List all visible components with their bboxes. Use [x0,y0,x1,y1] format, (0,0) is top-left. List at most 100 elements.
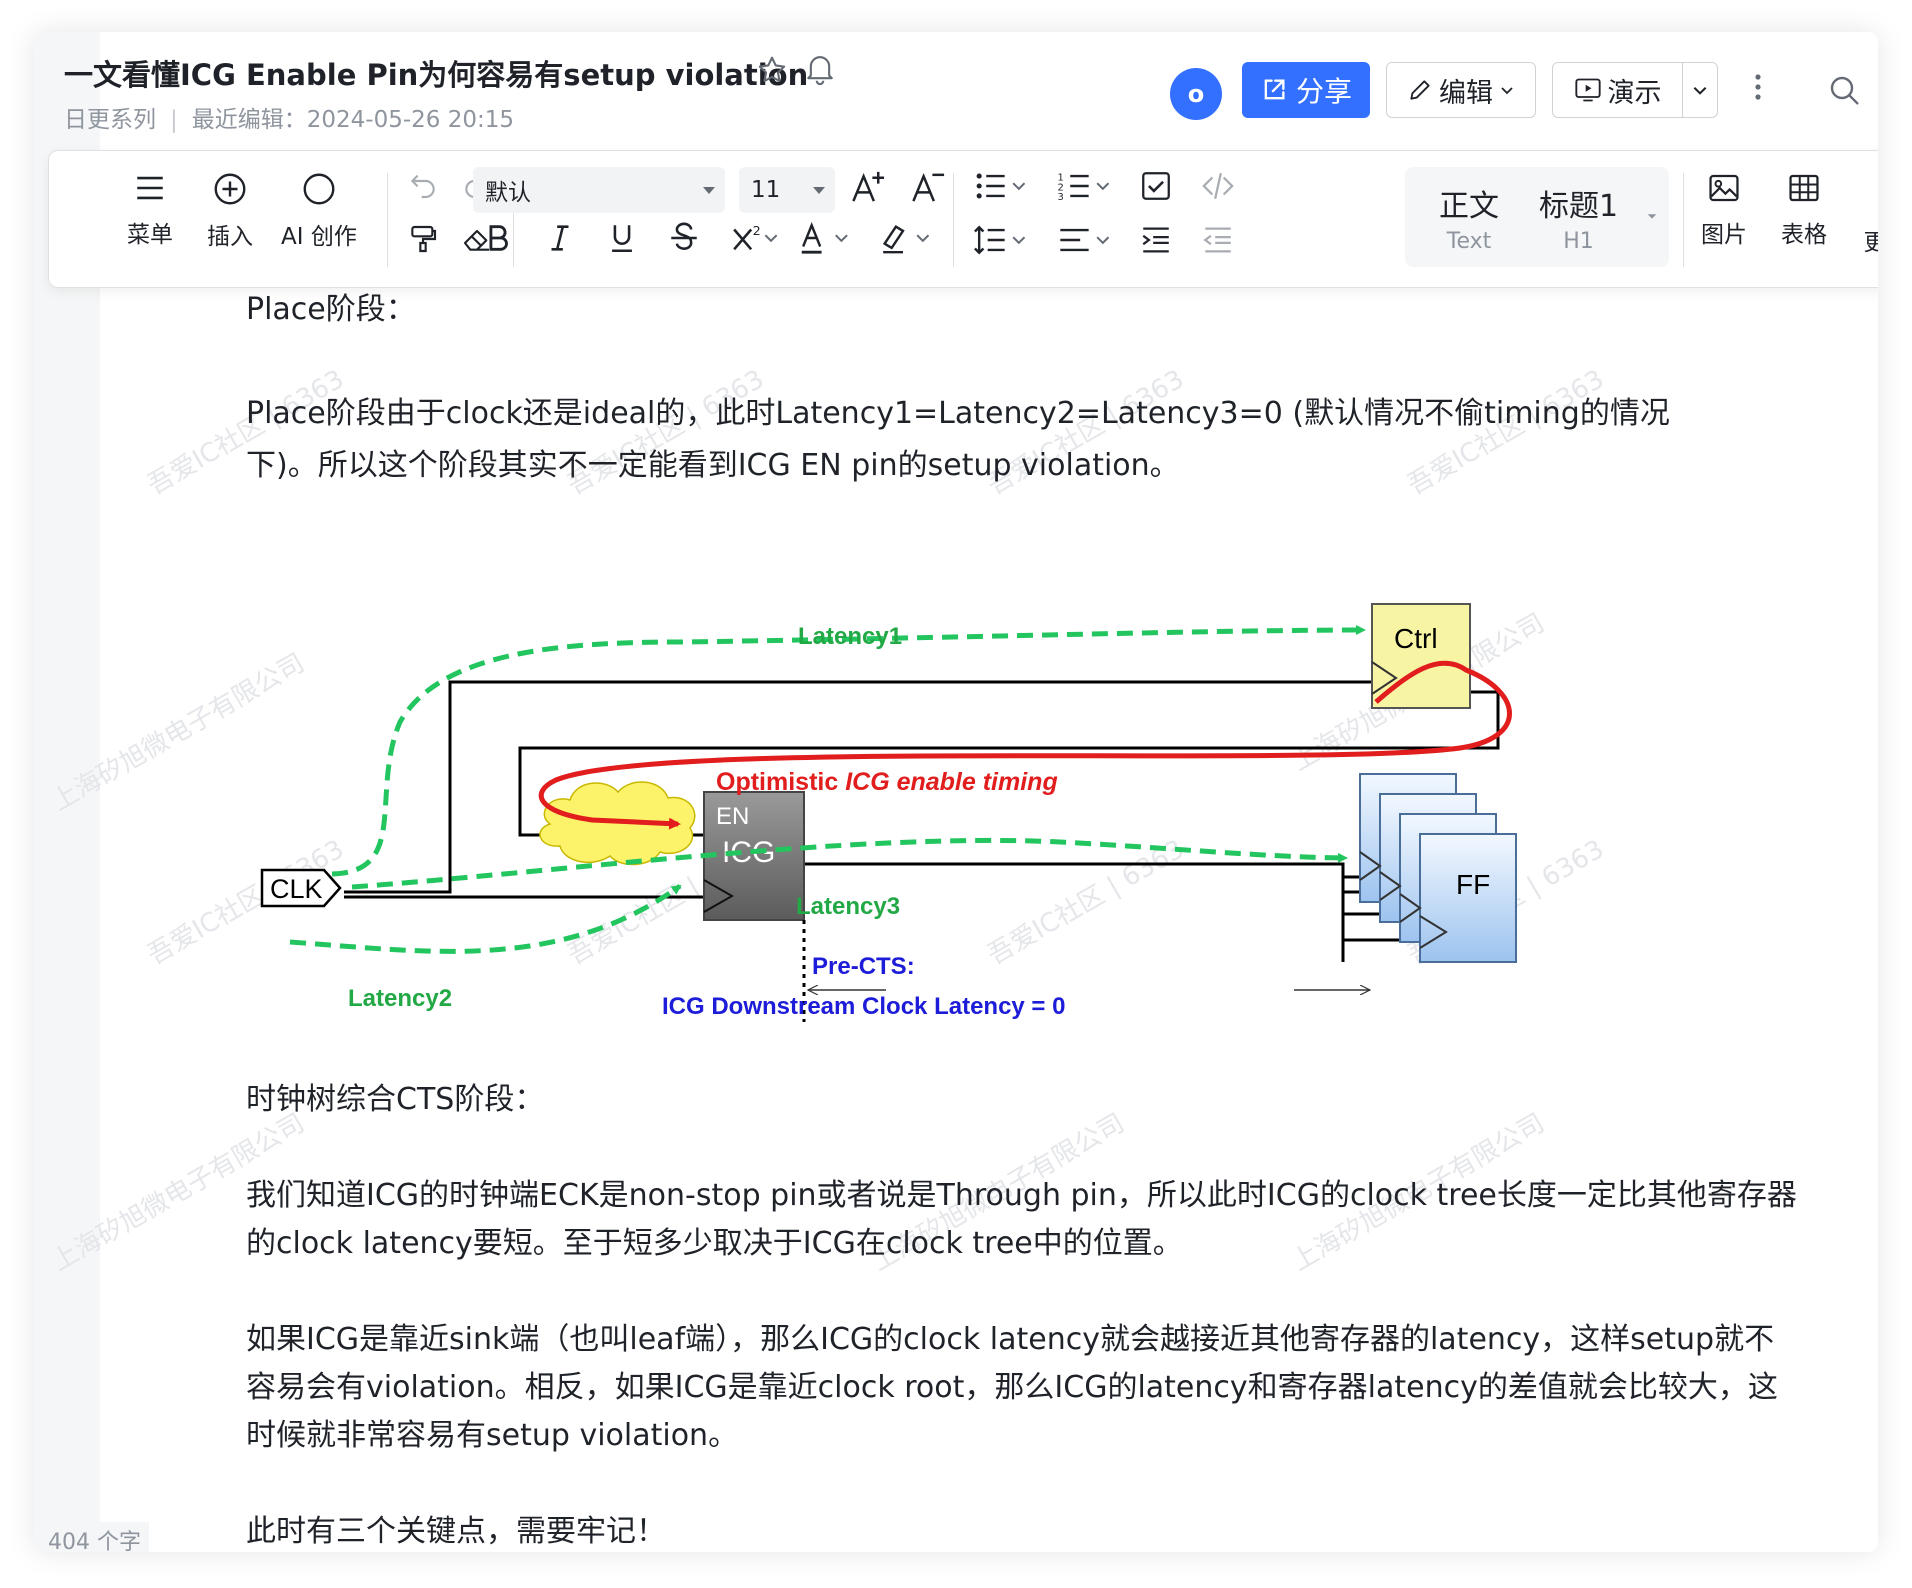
undo-icon[interactable] [407,169,439,201]
numbered-list-icon[interactable]: 123 [1057,169,1109,203]
paragraph-place-heading[interactable]: Place阶段： [246,286,416,334]
font-size-value: 11 [751,177,781,203]
paragraph-line[interactable]: 下)。所以这个阶段其实不一定能看到ICG EN pin的setup violat… [246,442,1180,490]
word-count: 404 个字 [40,1522,149,1552]
plus-circle-icon [214,173,246,205]
more-tools-label: 更 [1863,230,1879,256]
doc-title: 一文看懂ICG Enable Pin为何容易有setup violation [64,58,809,92]
ff-label: FF [1456,869,1490,900]
paragraph-line[interactable]: 如果ICG是靠近sink端（也叫leaf端），那么ICG的clock laten… [246,1316,1774,1364]
pencil-icon [1410,80,1430,100]
bold-icon[interactable] [481,221,515,255]
insert-button[interactable]: 插入 [207,171,253,251]
style-heading1[interactable]: 标题1 H1 [1539,181,1618,254]
chevron-down-icon [1501,87,1513,95]
icg-cell: EN ICG [703,791,805,921]
image-icon [1709,174,1739,202]
latency1-label: Latency1 [798,623,902,650]
style-body-text[interactable]: 正文 Text [1439,181,1499,254]
share-button[interactable]: 分享 [1242,62,1370,118]
search-icon[interactable] [1828,74,1860,110]
paragraph-cts-heading[interactable]: 时钟树综合CTS阶段： [246,1076,544,1124]
toolbar-divider [953,173,954,267]
font-size-select[interactable]: 11 [739,167,835,213]
en-pin-label: EN [716,803,749,830]
latency1-path [331,625,1366,877]
star-icon[interactable] [756,54,788,90]
menu-button[interactable]: 菜单 [127,171,173,249]
bullet-list-icon[interactable] [973,169,1025,203]
menu-label: 菜单 [127,222,173,248]
chevron-down-icon [813,187,825,194]
superscript-icon[interactable]: 2 [729,221,779,255]
underline-icon[interactable] [605,221,639,255]
bell-icon[interactable] [804,52,836,90]
present-label: 演示 [1607,77,1662,109]
font-family-select[interactable]: 默认 [473,167,725,213]
toolbar-divider [387,173,388,267]
paragraph-line[interactable]: 我们知道ICG的时钟端ECK是non-stop pin或者说是Through p… [246,1172,1797,1220]
font-color-icon[interactable] [797,221,849,255]
font-decrease-icon[interactable] [909,169,947,207]
paragraph-line[interactable]: 此时有三个关键点，需要牢记！ [246,1508,666,1552]
checklist-icon[interactable] [1139,169,1173,203]
table-label: 表格 [1781,222,1827,248]
format-painter-icon[interactable] [407,223,439,255]
ff-stack: FF [1359,773,1517,963]
code-icon[interactable] [1201,169,1235,203]
clock-wires [344,680,1500,962]
italic-icon[interactable] [543,221,577,255]
insert-image-button[interactable]: 图片 [1701,171,1747,249]
style-body-label: 正文 [1439,189,1499,224]
ai-create-button[interactable]: AI 创作 [281,171,357,251]
share-icon [1264,79,1285,100]
editor-toolbar: 菜单 插入 AI 创作 默认 11 2 1 2 3 正文 Text 标题1 H1… [48,150,1878,288]
paragraph-line[interactable]: 容易会有violation。相反，如果ICG是靠近clock root，那么IC… [246,1364,1778,1412]
present-icon [1574,78,1601,102]
doc-meta: 日更系列 | 最近编辑：2024-05-26 20:15 [64,107,515,133]
present-dropdown[interactable] [1683,81,1717,99]
image-label: 图片 [1701,222,1747,248]
highlight-icon[interactable] [877,221,929,255]
indent-icon[interactable] [1139,223,1173,257]
line-spacing-icon[interactable] [973,223,1025,257]
strikethrough-icon[interactable] [667,221,701,255]
ai-icon [303,173,335,205]
icg-timing-diagram: CLK Ctrl EN ICG FF Latency1 Latency2 Lat… [260,603,1517,1022]
menu-icon [137,176,163,200]
paragraph-style-picker: 正文 Text 标题1 H1 [1405,167,1669,267]
font-family-value: 默认 [485,180,531,206]
svg-text:3: 3 [1058,192,1064,203]
clk-port: CLK [260,868,342,908]
downstream-latency-label: ICG Downstream Clock Latency = 0 [662,993,1065,1020]
svg-text:2: 2 [753,224,761,239]
insert-label: 插入 [207,224,253,250]
style-h1-label: 标题1 [1539,189,1619,224]
present-main[interactable]: 演示 [1553,63,1683,117]
paragraph-line[interactable]: Place阶段由于clock还是ideal的，此时Latency1=Latenc… [246,390,1670,438]
optimistic-label: Optimistic ICG enable timing [716,768,1058,796]
paragraph-line[interactable]: 的clock latency要短。至于短多少取决于ICG在clock tree中… [246,1220,1183,1268]
latency2-label: Latency2 [348,985,452,1012]
clk-label: CLK [270,874,323,904]
ctrl-label: Ctrl [1394,623,1438,654]
edit-mode-button[interactable]: 编辑 [1386,62,1536,118]
category-label[interactable]: 日更系列 [64,107,156,133]
table-icon [1789,174,1819,202]
latency3-label: Latency3 [796,893,900,920]
outdent-icon[interactable] [1201,223,1235,257]
more-options-icon[interactable] [1754,72,1762,106]
font-increase-icon[interactable] [849,169,887,207]
more-tools-button[interactable]: 更 [1861,223,1879,257]
chevron-down-icon [1693,87,1707,95]
paragraph-line[interactable]: 时候就非常容易有setup violation。 [246,1412,738,1460]
edit-label: 编辑 [1439,77,1493,109]
avatar[interactable]: o [1170,68,1222,120]
align-icon[interactable] [1057,223,1109,257]
chevron-down-icon[interactable] [1645,209,1659,223]
chevron-down-icon [703,187,715,194]
pre-cts-label: Pre-CTS: [812,953,915,980]
present-button[interactable]: 演示 [1552,62,1718,118]
insert-table-button[interactable]: 表格 [1781,171,1827,249]
style-body-sub: Text [1446,229,1492,254]
